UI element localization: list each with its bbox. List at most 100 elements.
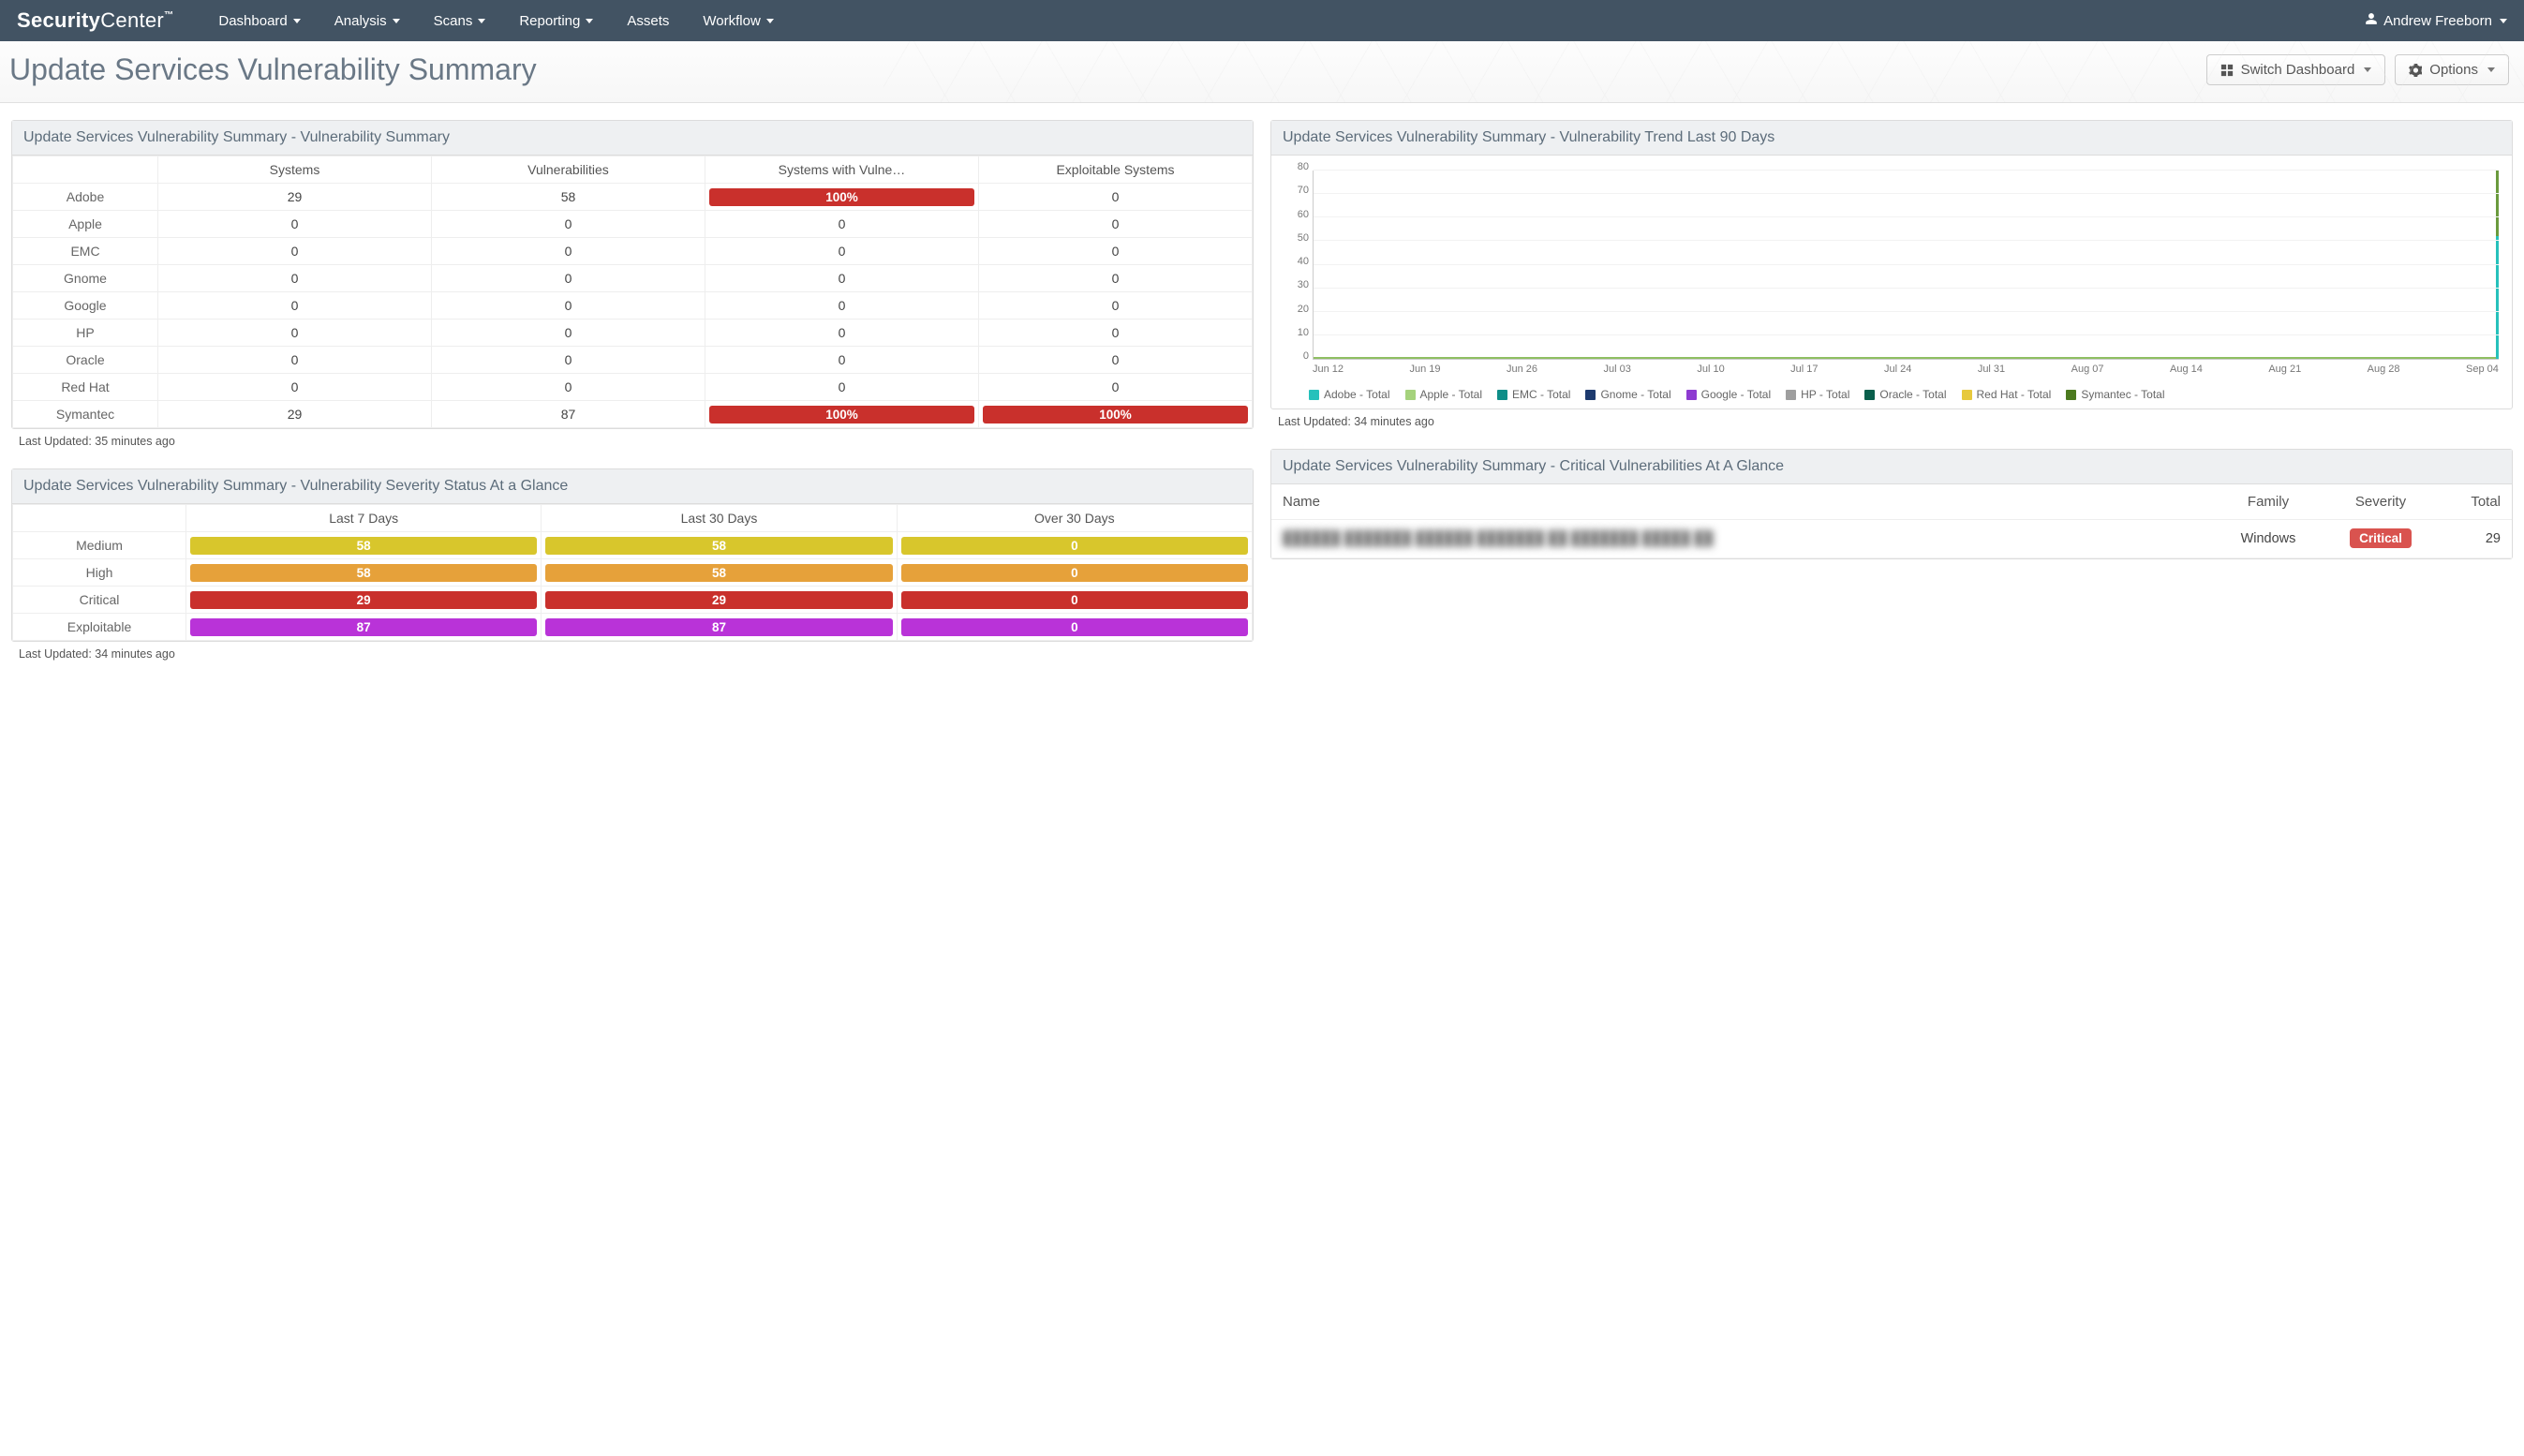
legend-swatch xyxy=(1405,390,1416,400)
table-row[interactable]: High58580 xyxy=(13,559,1253,587)
legend-item[interactable]: HP - Total xyxy=(1786,388,1849,401)
table-row[interactable]: EMC0000 xyxy=(13,238,1253,265)
table-row[interactable]: Apple0000 xyxy=(13,211,1253,238)
panel-title: Update Services Vulnerability Summary - … xyxy=(1271,450,2512,484)
legend-item[interactable]: Symantec - Total xyxy=(2066,388,2164,401)
table-row[interactable]: Medium58580 xyxy=(13,532,1253,559)
x-tick: Jul 31 xyxy=(1978,364,2005,382)
brand-logo: SecurityCenter™ xyxy=(17,8,173,33)
y-tick: 40 xyxy=(1298,256,1309,267)
percent-bar: 100% xyxy=(983,406,1248,423)
table-row[interactable]: ██████ ███████ ██████ ███████ ██ ███████… xyxy=(1271,520,2512,558)
panel-footer: Last Updated: 35 minutes ago xyxy=(11,429,1254,452)
severity-panel: Update Services Vulnerability Summary - … xyxy=(11,468,1254,664)
user-menu[interactable]: Andrew Freeborn xyxy=(2365,12,2507,29)
page-header: Update Services Vulnerability Summary Sw… xyxy=(0,41,2524,103)
col-severity: Severity xyxy=(2324,484,2437,520)
nav-assets[interactable]: Assets xyxy=(627,13,669,29)
nav-reporting[interactable]: Reporting xyxy=(519,13,593,29)
caret-down-icon xyxy=(586,19,593,23)
legend-swatch xyxy=(1962,390,1972,400)
caret-down-icon xyxy=(293,19,301,23)
col-header: Systems xyxy=(158,156,432,184)
col-total: Total xyxy=(2437,484,2512,520)
severity-bar: 0 xyxy=(901,564,1248,582)
y-tick: 60 xyxy=(1298,209,1309,220)
critical-panel: Update Services Vulnerability Summary - … xyxy=(1270,449,2513,559)
switch-dashboard-button[interactable]: Switch Dashboard xyxy=(2206,54,2386,85)
percent-bar: 100% xyxy=(709,188,974,206)
chart-legend: Adobe - Total Apple - Total EMC - Total Gno… xyxy=(1281,382,2502,401)
col-header xyxy=(13,156,158,184)
trend-chart[interactable]: 01020304050607080 Jun 12Jun 19Jun 26Jul … xyxy=(1281,167,2502,382)
brand-mark: ™ xyxy=(164,10,173,21)
brand-light: Center xyxy=(100,8,164,32)
severity-bar: 29 xyxy=(545,591,892,609)
x-tick: Jun 19 xyxy=(1410,364,1441,382)
table-row[interactable]: Red Hat0000 xyxy=(13,374,1253,401)
x-tick: Aug 07 xyxy=(2071,364,2104,382)
y-tick: 50 xyxy=(1298,232,1309,244)
severity-bar: 58 xyxy=(190,537,537,555)
caret-down-icon xyxy=(2500,19,2507,23)
caret-down-icon xyxy=(2487,67,2495,72)
caret-down-icon xyxy=(2364,67,2371,72)
y-tick: 70 xyxy=(1298,185,1309,196)
caret-down-icon xyxy=(478,19,485,23)
col-header: Systems with Vulne… xyxy=(705,156,979,184)
percent-bar: 100% xyxy=(709,406,974,423)
legend-swatch xyxy=(1497,390,1507,400)
y-tick: 0 xyxy=(1303,350,1309,362)
table-row[interactable]: Google0000 xyxy=(13,292,1253,319)
severity-bar: 0 xyxy=(901,618,1248,636)
nav-analysis[interactable]: Analysis xyxy=(334,13,400,29)
vuln-name-obscured: ██████ ███████ ██████ ███████ ██ ███████… xyxy=(1283,531,1714,546)
col-header: Over 30 Days xyxy=(897,505,1252,532)
brand-strong: Security xyxy=(17,8,100,32)
x-tick: Jun 26 xyxy=(1507,364,1537,382)
col-family: Family xyxy=(2212,484,2324,520)
severity-bar: 58 xyxy=(545,537,892,555)
nav-scans[interactable]: Scans xyxy=(434,13,486,29)
legend-item[interactable]: Oracle - Total xyxy=(1864,388,1946,401)
legend-item[interactable]: Adobe - Total xyxy=(1309,388,1390,401)
y-tick: 10 xyxy=(1298,327,1309,338)
severity-bar: 87 xyxy=(190,618,537,636)
severity-bar: 0 xyxy=(901,591,1248,609)
trend-panel: Update Services Vulnerability Summary - … xyxy=(1270,120,2513,432)
legend-swatch xyxy=(1585,390,1596,400)
table-row[interactable]: Oracle0000 xyxy=(13,347,1253,374)
table-row[interactable]: Gnome0000 xyxy=(13,265,1253,292)
user-name: Andrew Freeborn xyxy=(2383,13,2492,29)
table-row[interactable]: Exploitable87870 xyxy=(13,614,1253,641)
table-row[interactable]: HP0000 xyxy=(13,319,1253,347)
severity-bar: 0 xyxy=(901,537,1248,555)
nav-dashboard[interactable]: Dashboard xyxy=(218,13,300,29)
panel-title: Update Services Vulnerability Summary - … xyxy=(1271,121,2512,156)
legend-item[interactable]: Google - Total xyxy=(1686,388,1772,401)
x-tick: Aug 21 xyxy=(2268,364,2301,382)
legend-item[interactable]: Gnome - Total xyxy=(1585,388,1670,401)
gear-icon xyxy=(2409,64,2422,77)
critical-table: NameFamilySeverityTotal██████ ███████ ██… xyxy=(1271,484,2512,558)
legend-item[interactable]: Apple - Total xyxy=(1405,388,1483,401)
caret-down-icon xyxy=(766,19,774,23)
table-row[interactable]: Adobe2958100%0 xyxy=(13,184,1253,211)
x-tick: Jul 17 xyxy=(1790,364,1818,382)
grid-icon xyxy=(2220,64,2234,77)
legend-swatch xyxy=(1309,390,1319,400)
legend-item[interactable]: EMC - Total xyxy=(1497,388,1570,401)
table-row[interactable]: Critical29290 xyxy=(13,587,1253,614)
severity-badge: Critical xyxy=(2350,528,2412,548)
vuln-summary-table: SystemsVulnerabilitiesSystems with Vulne… xyxy=(12,156,1253,428)
page-title: Update Services Vulnerability Summary xyxy=(9,52,2206,87)
nav-workflow[interactable]: Workflow xyxy=(703,13,773,29)
x-tick: Aug 14 xyxy=(2170,364,2203,382)
col-header: Last 30 Days xyxy=(542,505,897,532)
severity-bar: 58 xyxy=(545,564,892,582)
col-header: Vulnerabilities xyxy=(432,156,705,184)
legend-item[interactable]: Red Hat - Total xyxy=(1962,388,2052,401)
options-button[interactable]: Options xyxy=(2395,54,2509,85)
col-header xyxy=(13,505,186,532)
table-row[interactable]: Symantec2987100%100% xyxy=(13,401,1253,428)
